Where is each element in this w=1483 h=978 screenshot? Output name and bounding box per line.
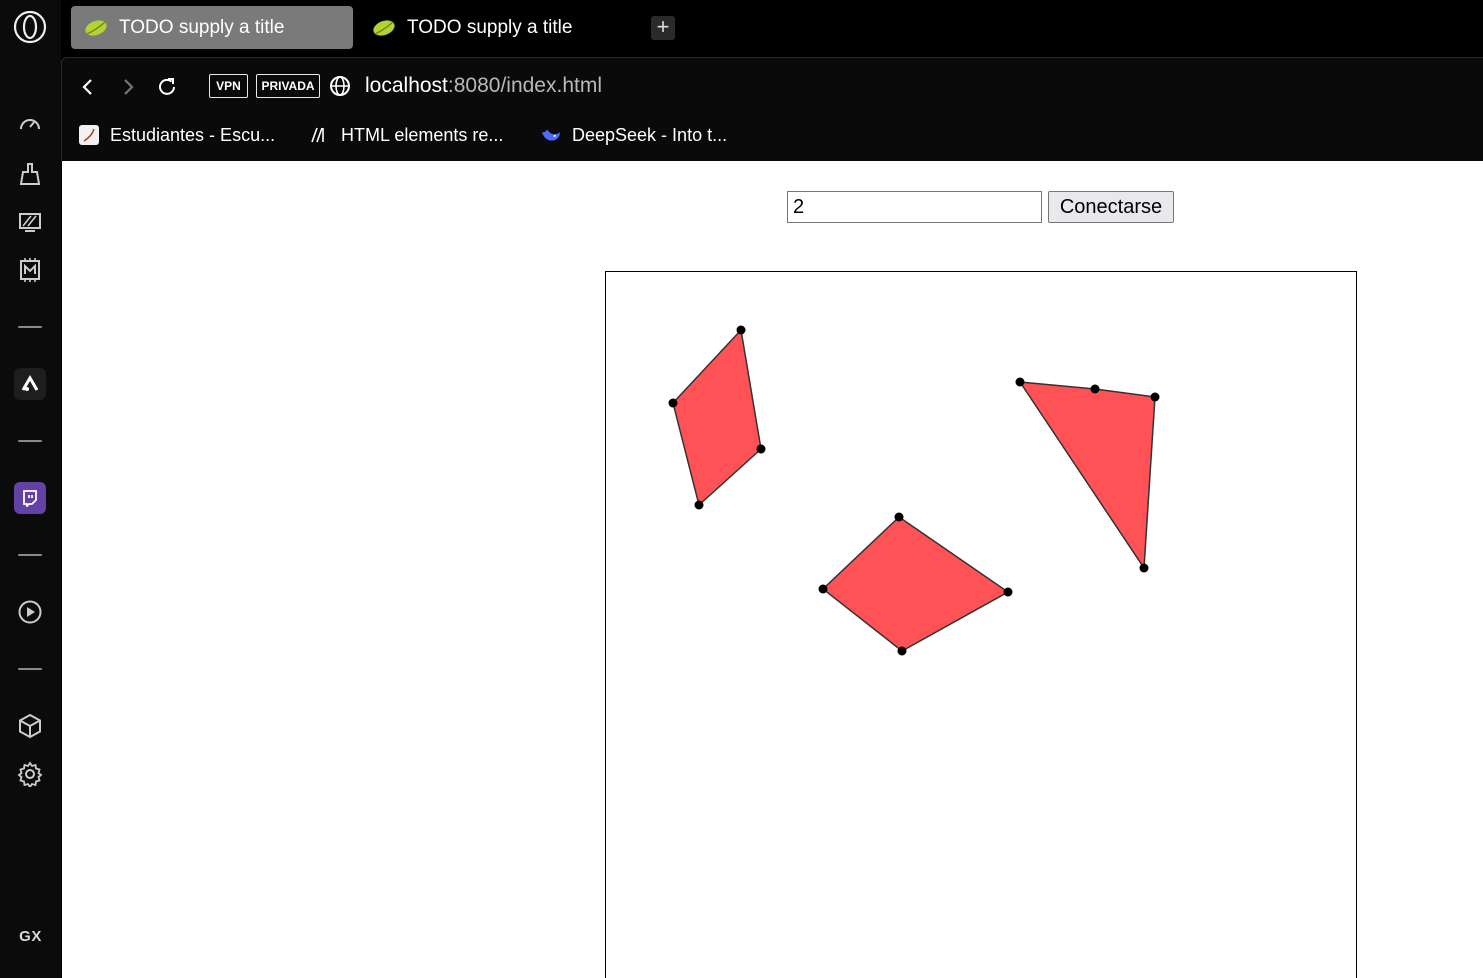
private-badge[interactable]: PRIVADA xyxy=(256,74,320,98)
polygon-vertex xyxy=(818,584,828,594)
gx-label[interactable]: GX xyxy=(0,928,61,945)
connect-button[interactable]: Conectarse xyxy=(1048,191,1174,223)
opera-gx-logo-icon[interactable] xyxy=(13,10,47,44)
polygon-vertex xyxy=(736,325,746,335)
polygon-vertex xyxy=(1150,392,1160,402)
sidebar-separator xyxy=(18,326,42,328)
bookmark-label: HTML elements re... xyxy=(341,124,504,145)
polygon-vertex xyxy=(694,500,704,510)
browser-toolbar: VPN PRIVADA localhost:8080/index.html Es… xyxy=(61,57,1483,161)
polygon-vertex xyxy=(1015,377,1025,387)
tab-title: TODO supply a title xyxy=(407,16,573,38)
address-bar[interactable]: localhost:8080/index.html xyxy=(365,74,602,98)
tab-inactive[interactable]: TODO supply a title xyxy=(359,6,629,49)
spring-leaf-icon xyxy=(373,19,395,36)
ram-limiter-icon[interactable] xyxy=(14,254,46,286)
sidebar-separator xyxy=(18,440,42,442)
reload-icon[interactable] xyxy=(153,73,181,101)
polygon-quad-left[interactable] xyxy=(668,325,766,510)
url-host: localhost xyxy=(365,74,448,97)
polygon-vertex xyxy=(897,646,907,656)
settings-icon[interactable] xyxy=(14,758,46,790)
url-path: :8080/index.html xyxy=(447,74,602,97)
back-icon[interactable] xyxy=(74,73,102,101)
session-id-input[interactable] xyxy=(787,191,1042,223)
speed-dial-icon[interactable] xyxy=(14,109,46,141)
cleaner-icon[interactable] xyxy=(14,158,46,190)
polygon-vertex xyxy=(1003,587,1013,597)
aria-icon[interactable] xyxy=(14,368,46,400)
polygon-vertex xyxy=(1139,563,1149,573)
bookmark-label: Estudiantes - Escu... xyxy=(110,124,276,145)
mdn-icon xyxy=(309,124,331,146)
tab-active[interactable]: TODO supply a title xyxy=(71,6,353,49)
document-icon xyxy=(78,124,100,146)
vpn-badge[interactable]: VPN xyxy=(209,74,248,98)
sidebar-separator xyxy=(18,668,42,670)
bookmark-item[interactable]: HTML elements re... xyxy=(309,120,503,150)
bookmark-item[interactable]: Estudiantes - Escu... xyxy=(78,120,275,150)
tab-title: TODO supply a title xyxy=(119,16,285,38)
twitch-icon[interactable] xyxy=(14,482,46,514)
tab-strip: TODO supply a title TODO supply a title … xyxy=(61,0,1483,57)
sidebar: GX xyxy=(0,0,61,978)
player-icon[interactable] xyxy=(14,596,46,628)
forward-icon[interactable] xyxy=(114,73,142,101)
sidebar-separator xyxy=(18,554,42,556)
globe-icon[interactable] xyxy=(329,75,351,97)
polygon-vertex xyxy=(894,512,904,522)
deepseek-whale-icon xyxy=(540,124,562,146)
polygon-diamond-center[interactable] xyxy=(818,512,1013,656)
polygon-triangle-right[interactable] xyxy=(1015,377,1160,573)
bookmark-label: DeepSeek - Into t... xyxy=(572,124,728,145)
polygon-vertex xyxy=(668,398,678,408)
extensions-icon[interactable] xyxy=(14,710,46,742)
drawing-canvas[interactable] xyxy=(605,271,1357,978)
polygon-vertex xyxy=(1090,384,1100,394)
bookmark-item[interactable]: DeepSeek - Into t... xyxy=(540,120,727,150)
canvas-svg xyxy=(668,325,1160,656)
spring-leaf-icon xyxy=(85,19,107,36)
hotkeys-icon[interactable] xyxy=(14,206,46,238)
new-tab-button[interactable]: + xyxy=(651,16,675,40)
web-page: Conectarse xyxy=(62,161,1483,978)
polygon-vertex xyxy=(756,444,766,454)
